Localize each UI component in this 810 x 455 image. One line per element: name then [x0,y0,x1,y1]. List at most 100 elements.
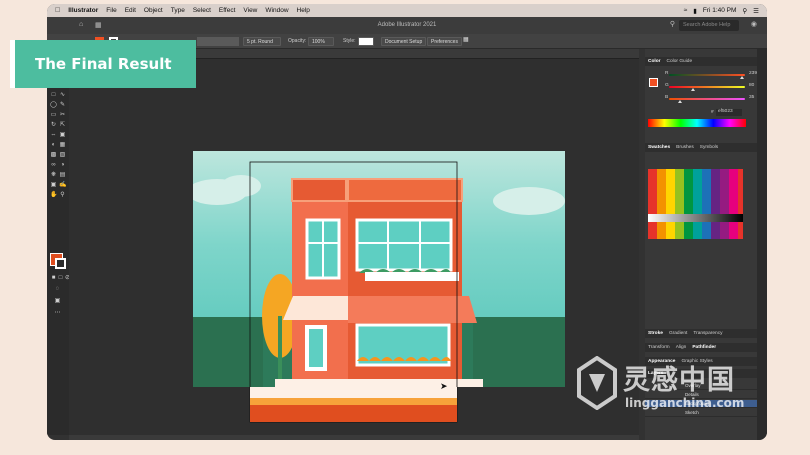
tab-transform[interactable]: Transform [648,345,670,350]
title-badge: The Final Result [10,40,196,88]
tab-swatches[interactable]: Swatches [648,145,670,150]
battery-icon[interactable]: ▮ [693,7,697,15]
r-slider[interactable] [669,74,745,76]
tab-stroke[interactable]: Stroke [648,331,663,336]
menu-select[interactable]: Select [193,7,211,14]
tab-transparency[interactable]: Transparency [693,331,722,336]
tab-pathfinder[interactable]: Pathfinder [692,345,716,350]
tab-brushes[interactable]: Brushes [676,145,694,150]
g-value[interactable]: 80 [749,83,754,88]
draw-mode-icon[interactable]: ◌ [54,286,61,292]
pencil-tool-icon[interactable]: ✎ [59,102,66,108]
b-slider-knob[interactable] [678,100,682,103]
paintbrush-tool-icon[interactable]: ∿ [59,92,66,98]
g-slider[interactable] [669,86,745,88]
menu-view[interactable]: View [243,7,257,14]
swatches-panel-tabs: Swatches Brushes Symbols [645,143,757,152]
color-spectrum[interactable] [648,119,746,127]
scissors-tool-icon[interactable]: ✂ [59,112,66,118]
eyedropper-tool-icon[interactable]: ∞ [50,162,57,168]
apple-icon[interactable]:  [55,7,60,14]
control-center-icon[interactable]: ☰ [753,7,759,15]
eraser-tool-icon[interactable]: ▭ [50,112,57,118]
free-transform-tool-icon[interactable]: ▣ [59,132,66,138]
tab-gradient[interactable]: Gradient [669,331,687,336]
r-label: R [665,71,669,76]
wifi-icon[interactable]: ≈ [684,7,688,14]
stroke-profile-select[interactable]: 5 pt. Round [243,37,281,46]
zoom-tool-icon[interactable]: ⚲ [59,192,66,198]
hex-label: # [711,110,714,115]
stroke-panel-tabs: Stroke Gradient Transparency [645,329,757,338]
preferences-button[interactable]: Preferences [427,37,462,46]
more-tools-icon[interactable]: ⋯ [54,310,61,316]
color-panel-tabs: Color Color Guide [645,57,757,66]
mesh-tool-icon[interactable]: ▩ [50,152,57,158]
shaper-tool-icon[interactable]: ◯ [50,102,57,108]
style-select[interactable] [358,37,374,46]
b-label: B [665,95,669,100]
transform-panel-tabs: Transform Align Pathfinder [645,343,757,352]
menu-type[interactable]: Type [171,7,185,14]
mac-menubar:  Illustrator File Edit Object Type Sele… [47,4,767,17]
search-icon[interactable]: ⚲ [670,20,675,28]
mouse-cursor-icon: ➤ [440,381,448,391]
width-tool-icon[interactable]: ⇔ [50,132,57,138]
tab-color[interactable]: Color [648,59,661,64]
menu-help[interactable]: Help [297,7,310,14]
clock[interactable]: Fri 1:40 PM [703,7,737,14]
watermark: 灵感中国 lingganchina.com [575,352,775,412]
swatches-grid[interactable] [648,169,743,239]
help-search-input[interactable]: Search Adobe Help [679,20,739,31]
hand-tool-icon[interactable]: ✋ [50,192,57,198]
account-icon[interactable]: ◉ [751,20,757,28]
perspective-grid-tool-icon[interactable]: ▦ [59,142,66,148]
r-value[interactable]: 239 [749,71,757,76]
column-graph-tool-icon[interactable]: ▤ [59,172,66,178]
menu-effect[interactable]: Effect [219,7,236,14]
swatches-grays[interactable] [648,214,743,222]
shape-builder-tool-icon[interactable]: ◐ [50,142,57,148]
menu-object[interactable]: Object [144,7,163,14]
symbol-sprayer-tool-icon[interactable]: ❋ [50,172,57,178]
artboard-tool-icon[interactable]: ▣ [50,182,57,188]
menu-file[interactable]: File [106,7,116,14]
status-bar [69,435,639,440]
style-label: Style: [343,38,356,44]
g-slider-knob[interactable] [691,88,695,91]
watermark-url: lingganchina.com [625,396,745,410]
slice-tool-icon[interactable]: ✍ [59,182,66,188]
tools-panel: ➤ ➤ ✦ ✿ ✍ ∽ T ∕ □ ∿ ◯ ✎ ▭ ✂ ↻ ⇱ ⇔ ▣ ◐ ▦ … [47,49,70,435]
arrange-icon[interactable]: ▦ [463,36,469,43]
watermark-logo-icon [577,356,617,410]
r-slider-knob[interactable] [740,76,744,79]
spotlight-icon[interactable]: ⚲ [742,7,747,15]
color-panel-fill-swatch[interactable] [649,78,658,87]
watermark-title: 灵感中国 [623,365,735,396]
blend-tool-icon[interactable]: ◑ [59,162,66,168]
artboard-bleed-and-guide [249,161,458,423]
color-mode-icon[interactable]: ■ [50,275,57,281]
window-title: Adobe Illustrator 2021 [377,22,437,28]
opacity-label: Opacity: [288,38,307,44]
menu-app-name[interactable]: Illustrator [68,7,98,14]
b-value[interactable]: 35 [749,95,754,100]
document-setup-button[interactable]: Document Setup [381,37,427,46]
tab-symbols[interactable]: Symbols [700,145,718,150]
app-titlebar: ⌂ ▦ Adobe Illustrator 2021 ⚲ Search Adob… [47,17,767,34]
tab-align[interactable]: Align [676,345,687,350]
stroke-weight-field[interactable] [197,37,239,46]
screen-mode-icon[interactable]: ▣ [54,298,61,304]
gradient-mode-icon[interactable]: □ [57,275,64,281]
canvas-area[interactable]: ➤ [69,59,639,435]
stroke-color-swatch[interactable] [55,258,66,269]
scale-tool-icon[interactable]: ⇱ [59,122,66,128]
rotate-tool-icon[interactable]: ↻ [50,122,57,128]
hex-field[interactable]: ef5023 [716,109,742,116]
gradient-tool-icon[interactable]: ▧ [59,152,66,158]
tab-color-guide[interactable]: Color Guide [667,59,693,64]
rectangle-tool-icon[interactable]: □ [50,92,57,98]
opacity-field[interactable]: 100% [308,37,334,46]
menu-edit[interactable]: Edit [125,7,136,14]
menu-window[interactable]: Window [265,7,288,14]
